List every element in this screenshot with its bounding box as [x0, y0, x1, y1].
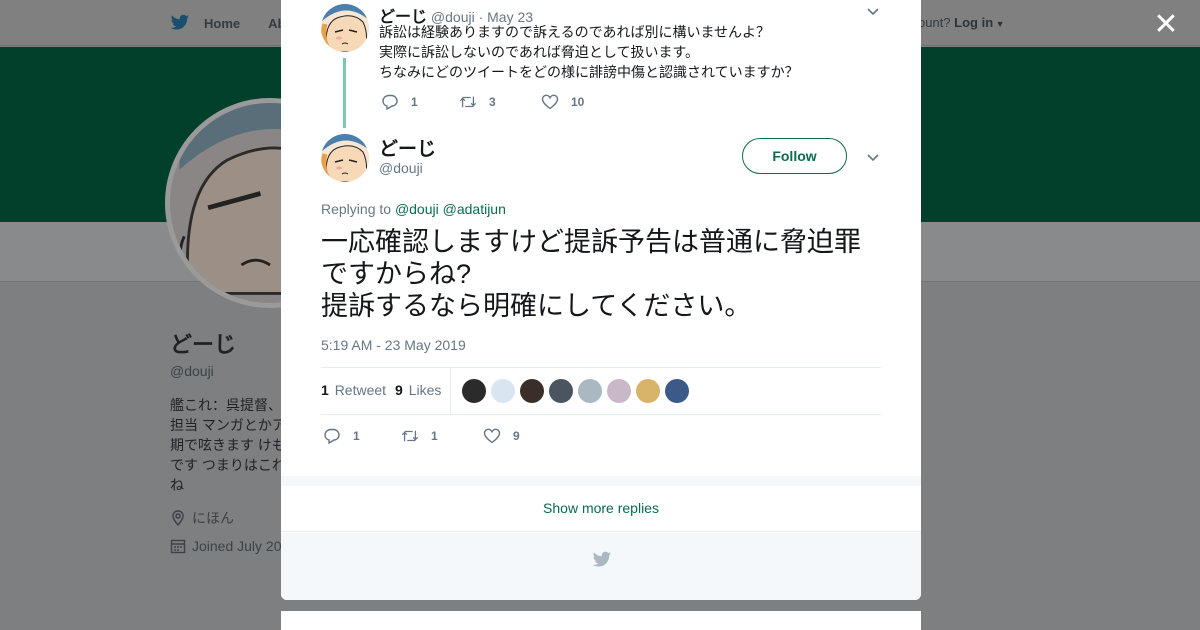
main-tweet-actions: 1 1 9 — [323, 427, 520, 445]
retweet-stat-label: Retweet — [334, 382, 387, 398]
heart-icon[interactable] — [541, 93, 559, 111]
liker-avatar[interactable] — [462, 379, 486, 403]
retweet-stat[interactable]: 1 Retweet — [321, 382, 386, 398]
tweet-stats: 1 Retweet 9 Likes — [321, 367, 881, 415]
next-modal-card — [281, 611, 921, 630]
like-count: 10 — [571, 95, 585, 109]
location-icon — [172, 510, 184, 526]
liker-avatar[interactable] — [636, 379, 660, 403]
profile-location: にほん — [170, 507, 290, 529]
reply-action[interactable]: 1 — [323, 427, 401, 445]
chevron-down-icon[interactable] — [866, 150, 880, 169]
like-stat-label: Likes — [408, 382, 442, 398]
retweet-count: 3 — [489, 95, 496, 109]
like-stat[interactable]: 9 Likes — [395, 382, 441, 398]
like-count: 9 — [513, 429, 520, 443]
stats-divider — [450, 368, 451, 414]
login-link[interactable]: Log in — [954, 15, 993, 30]
profile-sidebar: どーじ @douji 艦これ：呉提督、 担当 マンガとかア 期で呟きます けも … — [170, 327, 290, 557]
section-divider — [281, 476, 921, 486]
reply-count: 1 — [411, 95, 418, 109]
follow-button[interactable]: Follow — [742, 138, 847, 174]
profile-name: どーじ — [170, 332, 237, 357]
caret-down-icon[interactable]: ▼ — [993, 19, 1005, 29]
retweet-action[interactable]: 3 — [459, 93, 541, 111]
retweet-icon[interactable] — [459, 93, 477, 111]
liker-avatar[interactable] — [578, 379, 602, 403]
profile-handle: @douji — [170, 363, 214, 379]
reply-count: 1 — [353, 429, 360, 443]
liker-avatar[interactable] — [607, 379, 631, 403]
location-text: にほん — [192, 510, 234, 526]
close-icon[interactable]: ✕ — [1152, 10, 1180, 40]
parent-tweet-actions: 1 3 10 — [381, 93, 584, 111]
avatar-illustration — [321, 4, 369, 52]
avatar-illustration — [321, 134, 369, 182]
reply-action[interactable]: 1 — [381, 93, 459, 111]
like-stat-count: 9 — [395, 382, 403, 398]
replying-to: Replying to @douji @adatijun — [321, 201, 506, 217]
liker-avatars — [462, 379, 689, 403]
nav-links: Home Abo — [170, 0, 293, 46]
main-tweet-name[interactable]: どーじ — [379, 134, 436, 161]
main-tweet-avatar[interactable] — [321, 134, 369, 182]
chevron-down-icon[interactable] — [866, 4, 880, 23]
retweet-count: 1 — [431, 429, 438, 443]
twitter-bird-icon — [592, 551, 612, 567]
like-action[interactable]: 9 — [483, 427, 520, 445]
heart-icon[interactable] — [483, 427, 501, 445]
thread-connector-line — [343, 58, 346, 128]
replying-to-label: Replying to — [321, 201, 392, 217]
profile-joined: Joined July 20 — [170, 535, 290, 557]
retweet-icon[interactable] — [401, 427, 419, 445]
home-link[interactable]: Home — [204, 16, 240, 31]
calendar-icon — [170, 539, 186, 554]
main-tweet-text: 一応確認しますけど提訴予告は普通に脅迫罪 ですからね? 提訴するなら明確にしてく… — [321, 227, 861, 321]
parent-tweet-avatar[interactable] — [321, 4, 369, 52]
tweet-modal: どーじ @douji · May 23 訴訟は経験ありますので訴えるのであれば別… — [281, 0, 921, 600]
liker-avatar[interactable] — [665, 379, 689, 403]
reply-icon[interactable] — [381, 93, 399, 111]
show-more-replies-button[interactable]: Show more replies — [281, 486, 921, 532]
modal-footer — [281, 533, 921, 600]
reply-icon[interactable] — [323, 427, 341, 445]
profile-bio: 艦これ：呉提督、 担当 マンガとかア 期で呟きます けも です つまりはこれ ね — [170, 397, 286, 493]
retweet-stat-count: 1 — [321, 382, 329, 398]
liker-avatar[interactable] — [520, 379, 544, 403]
replying-to-link[interactable]: @adatijun — [443, 201, 506, 217]
twitter-bird-icon[interactable] — [170, 14, 190, 32]
main-tweet-handle[interactable]: @douji — [379, 160, 423, 176]
retweet-action[interactable]: 1 — [401, 427, 483, 445]
main-tweet-timestamp[interactable]: 5:19 AM - 23 May 2019 — [321, 337, 466, 353]
like-action[interactable]: 10 — [541, 93, 584, 111]
replying-to-link[interactable]: @douji — [395, 201, 439, 217]
joined-text: Joined July 20 — [192, 538, 282, 554]
parent-tweet-text: 訴訟は経験ありますので訴えるのであれば別に構いませんよ？ 実際に訴訟しないのであ… — [379, 24, 799, 80]
liker-avatar[interactable] — [491, 379, 515, 403]
liker-avatar[interactable] — [549, 379, 573, 403]
